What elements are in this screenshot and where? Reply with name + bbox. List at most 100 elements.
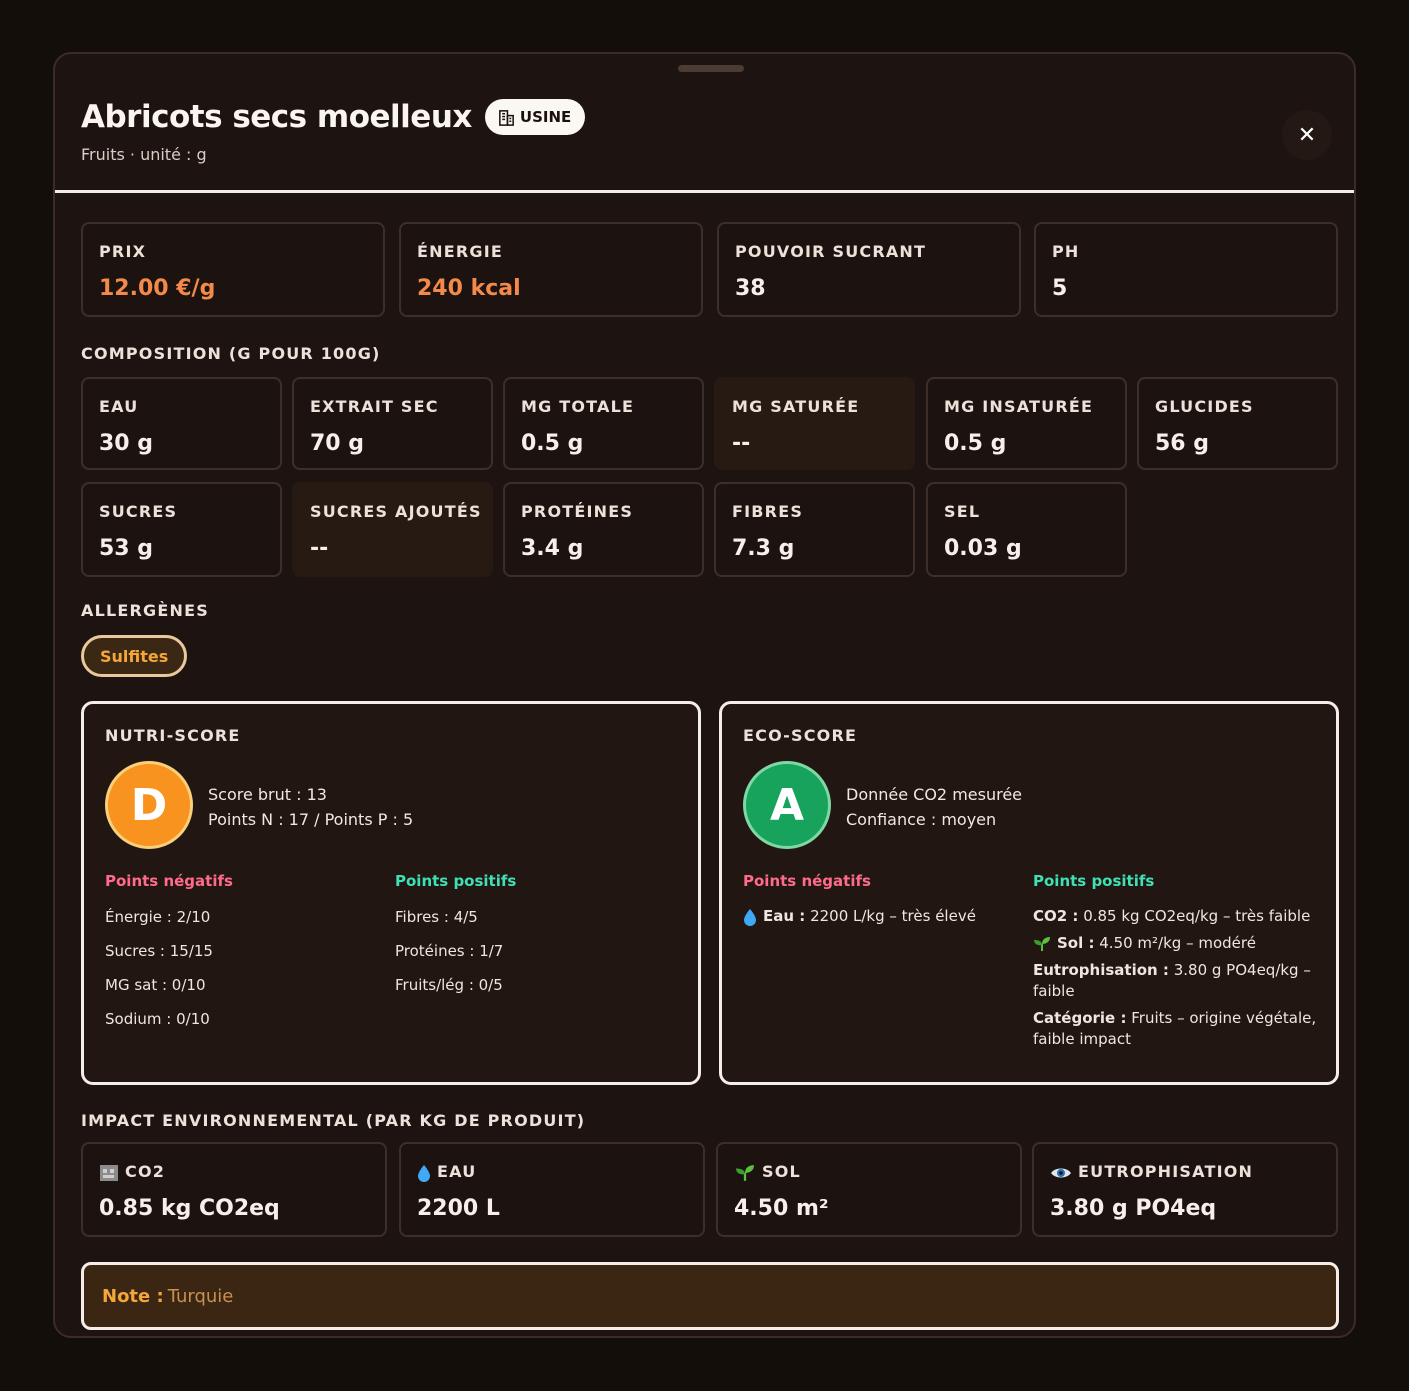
eco-score-card: ECO-SCORE A Donnée CO2 mesurée Confiance…: [719, 701, 1339, 1085]
droplet-icon: [418, 1164, 430, 1182]
list-item: Protéines : 1/7: [395, 942, 504, 960]
impact-label: EUTROPHISATION: [1078, 1162, 1254, 1181]
factory-badge: USINE: [484, 99, 586, 135]
composition-label: GLUCIDES: [1155, 397, 1254, 416]
list-item: CO2 : 0.85 kg CO2eq/kg – très faible: [1033, 907, 1311, 925]
impact-label: EAU: [437, 1162, 477, 1181]
impact-value: 2200 L: [417, 1196, 500, 1221]
impact-label: SOL: [762, 1162, 801, 1181]
composition-label: PROTÉINES: [521, 502, 634, 521]
composition-item: EAU 30 g: [81, 377, 282, 470]
nutri-score-title: NUTRI-SCORE: [105, 726, 241, 745]
modal-header: Abricots secs moelleux USINE Fruits · un…: [55, 54, 1354, 193]
stat-value: 12.00 €/g: [99, 276, 216, 301]
stat-price: PRIX 12.00 €/g: [81, 222, 385, 317]
composition-label: EXTRAIT SEC: [310, 397, 439, 416]
stat-value: 38: [735, 276, 766, 301]
close-icon: ✕: [1297, 122, 1317, 148]
composition-value: 0.03 g: [944, 536, 1022, 561]
eco-data-source: Donnée CO2 mesurée: [846, 785, 1023, 804]
stat-label: PH: [1052, 242, 1080, 261]
allergens-title: ALLERGÈNES: [81, 601, 209, 620]
nutri-negative-list: Énergie : 2/10 Sucres : 15/15 MG sat : 0…: [105, 908, 213, 1044]
composition-value: 0.5 g: [521, 431, 584, 456]
impact-soil: SOL 4.50 m²: [716, 1142, 1022, 1237]
impact-value: 4.50 m²: [734, 1196, 829, 1221]
eco-negative-title: Points négatifs: [743, 872, 871, 890]
composition-item: SUCRES AJOUTÉS --: [292, 482, 493, 577]
composition-item: MG SATURÉE --: [714, 377, 915, 470]
nutri-points: Points N : 17 / Points P : 5: [208, 810, 414, 829]
list-item: Énergie : 2/10: [105, 908, 211, 926]
composition-item: GLUCIDES 56 g: [1137, 377, 1338, 470]
seedling-icon: [1034, 936, 1050, 951]
eco-grade: A: [743, 761, 831, 849]
stat-value: 5: [1052, 276, 1068, 301]
composition-label: SUCRES: [99, 502, 178, 521]
composition-item: SUCRES 53 g: [81, 482, 282, 577]
seedling-icon: [736, 1164, 754, 1181]
stat-label: PRIX: [99, 242, 147, 261]
composition-item: FIBRES 7.3 g: [714, 482, 915, 577]
composition-value: 56 g: [1155, 431, 1210, 456]
product-subtitle: Fruits · unité : g: [81, 145, 207, 164]
note-value: Turquie: [167, 1285, 234, 1307]
nutri-score-card: NUTRI-SCORE D Score brut : 13 Points N :…: [81, 701, 701, 1085]
eco-positive-title: Points positifs: [1033, 872, 1155, 890]
composition-title: COMPOSITION (G POUR 100G): [81, 344, 381, 363]
eco-confidence: Confiance : moyen: [846, 810, 997, 829]
eye-icon: [1051, 1168, 1071, 1177]
origin-note: Note : Turquie: [81, 1262, 1339, 1330]
impact-title: IMPACT ENVIRONNEMENTAL (PAR KG DE PRODUI…: [81, 1111, 586, 1130]
list-item: Sodium : 0/10: [105, 1010, 210, 1028]
stat-value: 240 kcal: [417, 276, 521, 301]
nutri-summary: Score brut : 13 Points N : 17 / Points P…: [208, 782, 413, 832]
composition-value: 30 g: [99, 431, 154, 456]
impact-label: CO2: [125, 1162, 166, 1181]
close-button[interactable]: ✕: [1282, 110, 1332, 160]
eco-summary: Donnée CO2 mesurée Confiance : moyen: [846, 782, 1022, 832]
list-item: Catégorie : Fruits – origine végétale, f…: [1033, 1009, 1317, 1048]
droplet-icon: [744, 908, 756, 926]
composition-label: SUCRES AJOUTÉS: [310, 502, 482, 521]
nutri-raw-score: Score brut : 13: [208, 785, 327, 804]
composition-item: EXTRAIT SEC 70 g: [292, 377, 493, 470]
composition-value: 53 g: [99, 536, 154, 561]
stat-label: ÉNERGIE: [417, 242, 503, 261]
composition-item: MG INSATURÉE 0.5 g: [926, 377, 1127, 470]
stat-energy: ÉNERGIE 240 kcal: [399, 222, 703, 317]
list-item: Fruits/lég : 0/5: [395, 976, 503, 994]
badge-label: USINE: [519, 108, 572, 126]
composition-item: SEL 0.03 g: [926, 482, 1127, 577]
composition-label: EAU: [99, 397, 139, 416]
composition-item: MG TOTALE 0.5 g: [503, 377, 704, 470]
composition-value: --: [732, 431, 751, 456]
composition-label: SEL: [944, 502, 981, 521]
impact-value: 0.85 kg CO2eq: [99, 1196, 280, 1221]
stat-label: POUVOIR SUCRANT: [735, 242, 927, 261]
composition-value: 7.3 g: [732, 536, 795, 561]
nutri-negative-title: Points négatifs: [105, 872, 233, 890]
composition-label: MG TOTALE: [521, 397, 635, 416]
building-icon: [498, 109, 514, 126]
composition-item: PROTÉINES 3.4 g: [503, 482, 704, 577]
list-item: Eau : 2200 L/kg – très élevé: [743, 906, 1013, 927]
nutri-positive-list: Fibres : 4/5 Protéines : 1/7 Fruits/lég …: [395, 908, 503, 1010]
composition-label: MG SATURÉE: [732, 397, 860, 416]
eco-score-title: ECO-SCORE: [743, 726, 858, 745]
composition-label: FIBRES: [732, 502, 804, 521]
product-title: Abricots secs moelleux: [81, 99, 472, 135]
impact-eutrophication: EUTROPHISATION 3.80 g PO4eq: [1032, 1142, 1338, 1237]
list-item: Sol : 4.50 m²/kg – modéré: [1033, 933, 1318, 954]
allergen-chip[interactable]: Sulfites: [81, 635, 188, 677]
list-item: MG sat : 0/10: [105, 976, 206, 994]
eco-negative-list: Eau : 2200 L/kg – très élevé: [743, 906, 1013, 937]
composition-value: 0.5 g: [944, 431, 1007, 456]
composition-label: MG INSATURÉE: [944, 397, 1094, 416]
nutri-grade: D: [105, 761, 193, 849]
list-item: Eutrophisation : 3.80 g PO4eq/kg – faibl…: [1033, 961, 1311, 1000]
composition-value: 3.4 g: [521, 536, 584, 561]
list-item: Sucres : 15/15: [105, 942, 213, 960]
impact-co2: CO2 0.85 kg CO2eq: [81, 1142, 387, 1237]
impact-water: EAU 2200 L: [399, 1142, 705, 1237]
